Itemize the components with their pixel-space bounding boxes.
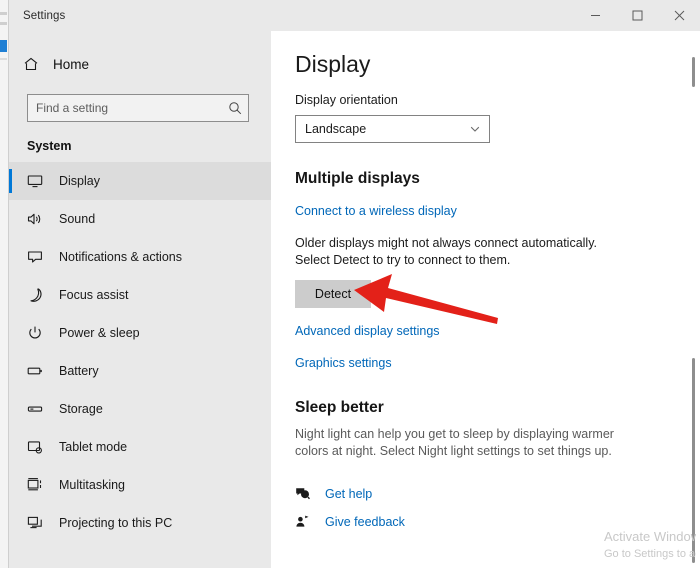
sidebar-item-label: Display [59, 174, 100, 188]
sidebar-item-sound[interactable]: Sound [9, 200, 271, 238]
projecting-icon [27, 515, 55, 531]
page-title: Display [295, 51, 371, 77]
sidebar-item-display[interactable]: Display [9, 162, 271, 200]
sidebar-item-tablet-mode[interactable]: Tablet mode [9, 428, 271, 466]
scrollbar-thumb-top[interactable] [692, 57, 695, 87]
watermark-line-2: Go to Settings to activate Windows. [604, 548, 696, 560]
sidebar-item-label: Sound [59, 212, 96, 226]
graphics-settings-link[interactable]: Graphics settings [295, 356, 392, 370]
sidebar-item-label: Storage [59, 402, 103, 416]
give-feedback-label: Give feedback [325, 514, 405, 529]
connect-wireless-display-link[interactable]: Connect to a wireless display [295, 204, 457, 218]
get-help-label: Get help [325, 486, 373, 501]
sidebar-item-label: Projecting to this PC [59, 516, 173, 530]
search-box[interactable] [27, 94, 249, 122]
close-icon [674, 10, 685, 21]
sidebar-item-label: Power & sleep [59, 326, 140, 340]
speaker-icon [27, 211, 55, 227]
multiple-displays-description: Older displays might not always connect … [295, 236, 597, 267]
sidebar-item-label: Multitasking [59, 478, 125, 492]
display-orientation-value: Landscape [305, 122, 367, 136]
scrollbar-thumb[interactable] [692, 358, 695, 563]
close-button[interactable] [658, 0, 700, 31]
notification-icon [27, 249, 55, 265]
display-orientation-select[interactable]: Landscape [295, 115, 490, 143]
get-help-link[interactable]: Get help [295, 482, 670, 505]
title-bar[interactable]: Settings [9, 0, 700, 31]
sidebar-item-storage[interactable]: Storage [9, 390, 271, 428]
feedback-person-icon [295, 514, 325, 529]
minimize-icon [590, 10, 601, 21]
multitasking-icon [27, 477, 55, 493]
content-pane: Display Display orientation Landscape Mu… [271, 31, 700, 568]
sidebar-item-multitasking[interactable]: Multitasking [9, 466, 271, 504]
sidebar-item-focus-assist[interactable]: Focus assist [9, 276, 271, 314]
sleep-better-heading: Sleep better [295, 399, 384, 416]
advanced-display-settings-link[interactable]: Advanced display settings [295, 324, 440, 338]
give-feedback-link[interactable]: Give feedback [295, 510, 670, 533]
sidebar: Home System [9, 31, 271, 568]
screen: Settings Home Find a setting System Disp… [0, 0, 700, 568]
home-icon [23, 56, 49, 72]
background-decoration [0, 58, 7, 60]
maximize-button[interactable] [616, 0, 658, 31]
search-input[interactable] [28, 101, 222, 115]
sidebar-item-label: Tablet mode [59, 440, 128, 454]
power-icon [27, 325, 55, 341]
battery-icon [27, 363, 55, 379]
moon-icon [27, 287, 55, 303]
sidebar-item-power-sleep[interactable]: Power & sleep [9, 314, 271, 352]
search-icon[interactable] [222, 101, 248, 115]
minimize-button[interactable] [574, 0, 616, 31]
chevron-down-icon [469, 123, 481, 135]
background-decoration [0, 22, 7, 25]
background-decoration [0, 12, 7, 15]
storage-icon [27, 401, 55, 417]
settings-window: Settings Home Find a setting System Disp… [9, 0, 700, 568]
background-decoration-highlight [0, 40, 7, 52]
home-label: Home [53, 56, 90, 72]
content-inner: Display Display orientation Landscape Mu… [271, 31, 700, 533]
maximize-icon [632, 10, 643, 21]
sidebar-item-label: Focus assist [59, 288, 129, 302]
help-chat-icon [295, 486, 325, 501]
sidebar-item-home[interactable]: Home [9, 48, 271, 80]
display-orientation-label: Display orientation [295, 93, 398, 107]
sidebar-item-projecting[interactable]: Projecting to this PC [9, 504, 271, 542]
caption-buttons [574, 0, 700, 31]
sidebar-nav-list: Display Sound Notifications & actions Fo… [9, 162, 271, 542]
activation-watermark: Activate Windows Go to Settings to activ… [604, 528, 696, 562]
window-title: Settings [23, 9, 66, 22]
monitor-icon [27, 173, 55, 189]
sidebar-item-battery[interactable]: Battery [9, 352, 271, 390]
sleep-better-description: Night light can help you get to sleep by… [295, 427, 614, 458]
detect-button[interactable]: Detect [295, 280, 371, 308]
content-scrollbar[interactable] [690, 31, 698, 568]
sidebar-item-label: Notifications & actions [59, 250, 182, 264]
sidebar-item-notifications[interactable]: Notifications & actions [9, 238, 271, 276]
multiple-displays-heading: Multiple displays [295, 170, 420, 187]
footer-links: Get help Give feedback [295, 482, 670, 533]
tablet-icon [27, 439, 55, 455]
sidebar-section-label: System [27, 139, 72, 153]
sidebar-item-label: Battery [59, 364, 99, 378]
